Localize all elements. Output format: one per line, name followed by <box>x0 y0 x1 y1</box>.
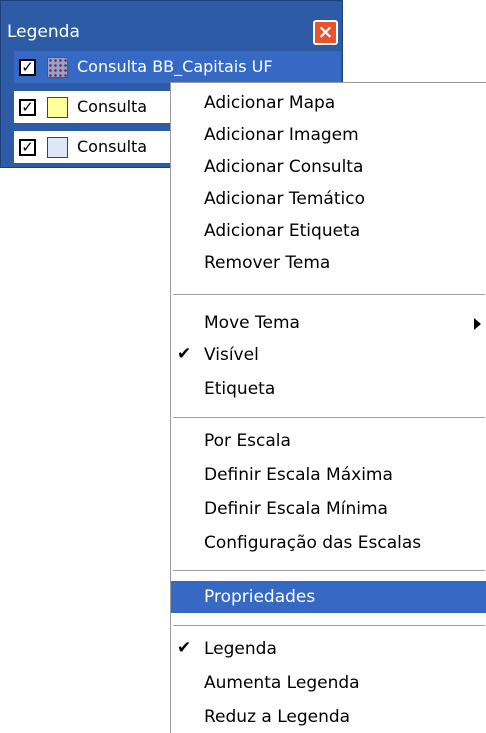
checkmark-icon: ✔ <box>177 638 192 658</box>
menu-separator <box>173 625 485 627</box>
submenu-arrow-icon <box>474 318 481 330</box>
context-menu: Adicionar Mapa Adicionar Imagem Adiciona… <box>170 82 486 733</box>
checkbox-checked-icon[interactable]: ✓ <box>19 139 36 156</box>
menu-item-legenda[interactable]: ✔ Legenda <box>171 633 486 665</box>
menu-item-adicionar-tematico[interactable]: Adicionar Temático <box>171 183 486 215</box>
checkmark-icon: ✔ <box>177 344 192 364</box>
menu-separator <box>173 294 485 296</box>
menu-item-adicionar-mapa[interactable]: Adicionar Mapa <box>171 87 486 119</box>
menu-item-definir-escala-minima[interactable]: Definir Escala Mínima <box>171 493 486 525</box>
close-icon[interactable]: × <box>313 20 338 45</box>
menu-separator <box>173 570 485 572</box>
menu-item-reduz-legenda[interactable]: Reduz a Legenda <box>171 701 486 733</box>
legend-item-label: Consulta <box>77 97 148 116</box>
menu-item-etiqueta[interactable]: Etiqueta <box>171 373 486 405</box>
legend-title: Legenda <box>7 22 80 42</box>
menu-item-propriedades[interactable]: Propriedades <box>171 581 486 613</box>
menu-item-remover-tema[interactable]: Remover Tema <box>171 247 486 279</box>
menu-item-definir-escala-maxima[interactable]: Definir Escala Máxima <box>171 459 486 491</box>
menu-item-adicionar-imagem[interactable]: Adicionar Imagem <box>171 119 486 151</box>
menu-item-aumenta-legenda[interactable]: Aumenta Legenda <box>171 667 486 699</box>
menu-item-por-escala[interactable]: Por Escala <box>171 425 486 457</box>
legend-item-label: Consulta <box>77 137 148 156</box>
light-blue-swatch-icon <box>47 137 68 158</box>
menu-item-visivel[interactable]: ✔ Visível <box>171 339 486 371</box>
legend-item-consulta-bb[interactable]: ✓ Consulta BB_Capitais UF <box>14 51 341 83</box>
legend-item-label: Consulta BB_Capitais UF <box>77 57 273 76</box>
pattern-swatch-icon <box>47 57 68 78</box>
menu-item-configuracao-escalas[interactable]: Configuração das Escalas <box>171 527 486 559</box>
menu-item-move-tema[interactable]: Move Tema <box>171 307 486 339</box>
yellow-swatch-icon <box>47 97 68 118</box>
checkbox-checked-icon[interactable]: ✓ <box>19 59 36 76</box>
checkbox-checked-icon[interactable]: ✓ <box>19 99 36 116</box>
menu-separator <box>173 417 485 419</box>
menu-item-adicionar-etiqueta[interactable]: Adicionar Etiqueta <box>171 215 486 247</box>
menu-item-adicionar-consulta[interactable]: Adicionar Consulta <box>171 151 486 183</box>
